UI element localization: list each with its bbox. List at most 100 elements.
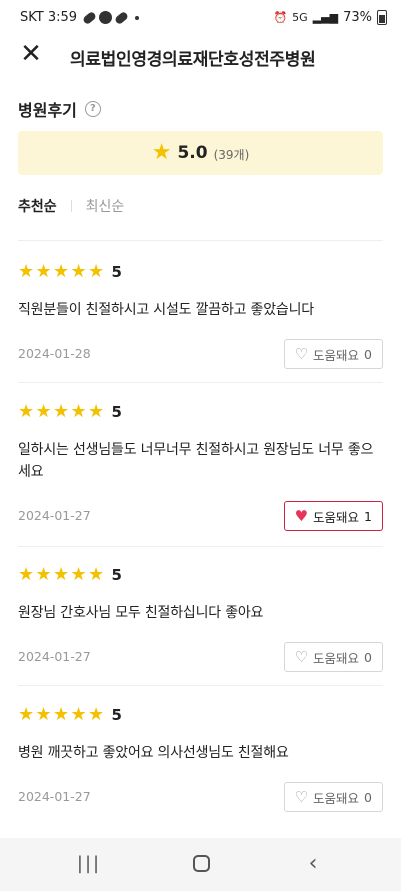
close-icon: ✕ (20, 39, 42, 69)
star-icon: ★ (35, 401, 52, 422)
helpful-button[interactable]: ♡ 도움돼요 0 (283, 782, 383, 812)
star-icon: ★ (35, 261, 52, 282)
star-icon: ★ (70, 704, 87, 725)
divider (18, 382, 383, 383)
helpful-label: 도움돼요 (313, 650, 360, 666)
app-header: ✕ 의료법인영경의료재단호성전주병원 (0, 36, 401, 74)
star-icon: ★ (151, 140, 172, 165)
review-score: 5 (111, 706, 122, 724)
home-icon (192, 855, 210, 872)
review-text: 일하시는 선생님들도 너무너무 친절하시고 원장님도 너무 좋으세요 (18, 442, 374, 480)
system-nav-bar: ||| ‹ (0, 838, 401, 891)
review-score: 5 (111, 403, 122, 421)
star-icon: ★ (53, 564, 70, 585)
review-footer: 2024-01-27 ♡ 도움돼요 0 (18, 642, 383, 672)
recent-apps-button[interactable]: ||| (74, 852, 104, 876)
star-icon: ★ (18, 564, 35, 585)
recent-apps-icon: ||| (76, 853, 102, 874)
review-text: 병원 깨끗하고 좋았어요 의사선생님도 친절해요 (18, 745, 289, 761)
sort-tab-latest[interactable]: 최신순 (86, 196, 125, 216)
helpful-label: 도움돼요 (313, 347, 360, 363)
helpful-label: 도움돼요 (313, 790, 360, 806)
star-icon: ★ (88, 401, 105, 422)
divider (18, 685, 383, 686)
review-item: ★ ★ ★ ★ ★ 5 일하시는 선생님들도 너무너무 친절하시고 원장님도 너무 좋으… (18, 402, 383, 547)
app-notification-icon (99, 11, 113, 24)
review-date: 2024-01-27 (18, 508, 91, 523)
back-button[interactable]: ‹ (298, 852, 328, 876)
section-title: 병원후기 ? (18, 97, 101, 121)
sort-divider (70, 200, 72, 212)
star-icon: ★ (88, 704, 105, 725)
review-stars: ★ ★ ★ ★ ★ 5 (18, 565, 383, 585)
helpful-button[interactable]: ♥ 도움돼요 1 (283, 501, 383, 531)
star-icon: ★ (88, 261, 105, 282)
star-icon: ★ (35, 704, 52, 725)
close-button[interactable]: ✕ (18, 41, 44, 67)
sort-tabs: 추천순 최신순 (18, 196, 124, 216)
heart-outline-icon: ♡ (294, 344, 309, 363)
signal-icon: ▂▄▆ (312, 11, 339, 24)
review-score: 5 (111, 263, 122, 281)
pill-icon (113, 10, 130, 25)
notification-icons (81, 10, 140, 25)
review-footer: 2024-01-27 ♥ 도움돼요 1 (18, 501, 383, 531)
battery-label: 73% (343, 10, 372, 25)
review-count: (39개) (213, 147, 250, 162)
battery-icon (377, 10, 387, 25)
star-icon: ★ (53, 401, 70, 422)
star-icon: ★ (88, 564, 105, 585)
star-icon: ★ (18, 261, 35, 282)
status-bar: SKT 3:59 ⏰ 5G ▂▄▆ 73% (0, 0, 401, 36)
page-title: 의료법인영경의료재단호성전주병원 (70, 50, 316, 70)
review-item: ★ ★ ★ ★ ★ 5 병원 깨끗하고 좋았어요 의사선생님도 친절해요 2024-01… (18, 705, 383, 812)
review-date: 2024-01-27 (18, 649, 91, 664)
review-date: 2024-01-27 (18, 789, 91, 804)
network-label: 5G (292, 11, 308, 24)
carrier-time: SKT 3:59 (20, 10, 78, 25)
status-left: SKT 3:59 (20, 10, 140, 25)
review-text: 직원분들이 친절하시고 시설도 깔끔하고 좋았습니다 (18, 302, 314, 318)
review-stars: ★ ★ ★ ★ ★ 5 (18, 262, 383, 282)
star-icon: ★ (53, 704, 70, 725)
more-notifications-icon (135, 15, 140, 20)
section-title-text: 병원후기 (18, 101, 77, 120)
review-footer: 2024-01-27 ♡ 도움돼요 0 (18, 782, 383, 812)
rating-summary: ★ 5.0 (39개) (18, 131, 383, 175)
helpful-count: 0 (364, 789, 372, 805)
heart-filled-icon: ♥ (294, 506, 309, 525)
review-stars: ★ ★ ★ ★ ★ 5 (18, 705, 383, 725)
star-icon: ★ (35, 564, 52, 585)
helpful-count: 0 (364, 649, 372, 665)
review-footer: 2024-01-28 ♡ 도움돼요 0 (18, 339, 383, 369)
sort-tab-recommended[interactable]: 추천순 (18, 196, 57, 216)
heart-outline-icon: ♡ (294, 787, 309, 806)
helpful-button[interactable]: ♡ 도움돼요 0 (283, 642, 383, 672)
divider (18, 546, 383, 547)
review-score: 5 (111, 566, 122, 584)
review-stars: ★ ★ ★ ★ ★ 5 (18, 402, 383, 422)
status-right: ⏰ 5G ▂▄▆ 73% (273, 10, 387, 25)
divider (18, 240, 383, 241)
back-icon: ‹ (308, 851, 318, 876)
helpful-count: 1 (364, 508, 372, 524)
review-date: 2024-01-28 (18, 346, 91, 361)
help-icon[interactable]: ? (84, 101, 101, 117)
star-icon: ★ (18, 704, 35, 725)
home-button[interactable] (186, 852, 216, 876)
review-item: ★ ★ ★ ★ ★ 5 직원분들이 친절하시고 시설도 깔끔하고 좋았습니다 2024-… (18, 262, 383, 383)
helpful-label: 도움돼요 (313, 509, 360, 525)
alarm-icon: ⏰ (273, 11, 288, 24)
star-icon: ★ (70, 261, 87, 282)
heart-outline-icon: ♡ (294, 647, 309, 666)
rating-score: 5.0 (177, 143, 208, 163)
star-icon: ★ (70, 564, 87, 585)
star-icon: ★ (18, 401, 35, 422)
review-item: ★ ★ ★ ★ ★ 5 원장님 간호사님 모두 친절하십니다 좋아요 2024-01-2… (18, 565, 383, 686)
helpful-count: 0 (364, 346, 372, 362)
star-icon: ★ (53, 261, 70, 282)
helpful-button[interactable]: ♡ 도움돼요 0 (283, 339, 383, 369)
pill-icon (81, 10, 98, 25)
star-icon: ★ (70, 401, 87, 422)
review-text: 원장님 간호사님 모두 친절하십니다 좋아요 (18, 605, 264, 621)
